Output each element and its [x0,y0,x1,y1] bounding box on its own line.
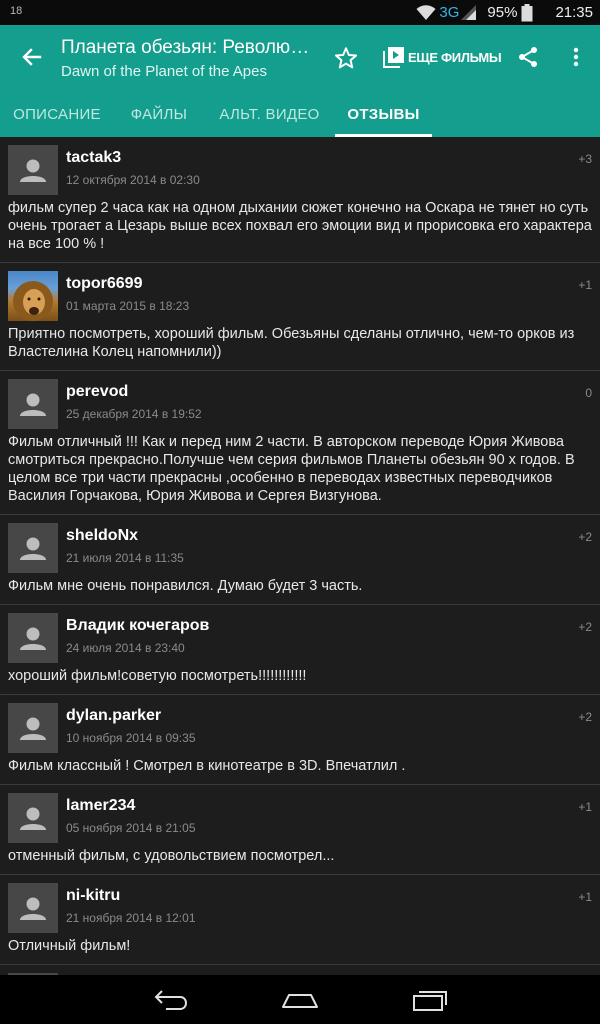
review-author[interactable]: topor6699 [66,275,142,293]
movie-title: Планета обезьян: Революция [61,37,311,58]
nav-home-button[interactable] [280,987,320,1013]
share-icon [519,47,537,67]
review-author[interactable]: ni-kitru [66,887,120,905]
review-text: Отличный фильм! [8,938,131,954]
more-movies-label: ЕЩЕ ФИЛЬМЫ [408,49,502,65]
back-button[interactable] [16,41,48,73]
tab-files[interactable]: ФАЙЛЫ [114,91,204,137]
wifi-icon [416,4,436,20]
default-user-icon [20,393,46,416]
review-text: Фильм классный ! Смотрел в кинотеатре в … [8,758,406,774]
review-rating: +1 [578,890,592,904]
share-button[interactable] [516,45,540,69]
review-rating: +1 [578,800,592,814]
review-rating: +2 [578,620,592,634]
review-list[interactable]: tactak3 12 октября 2014 в 02:30 +3 фильм… [0,137,600,975]
review-item[interactable] [0,965,600,975]
nav-recents-button[interactable] [410,987,450,1013]
avatar[interactable] [8,145,58,195]
more-vert-icon [573,47,579,67]
review-item[interactable]: lamer234 05 ноября 2014 в 21:05 +1 отмен… [0,785,600,875]
signal-icon [461,5,477,20]
avatar[interactable] [8,613,58,663]
back-icon [154,990,187,1010]
network-type: 3G [439,4,460,21]
movie-original-title: Dawn of the Planet of the Apes [61,63,267,80]
default-user-icon [20,159,46,182]
review-rating: +2 [578,710,592,724]
review-text: Приятно посмотреть, хороший фильм. Обезь… [8,326,575,360]
overflow-menu-button[interactable] [568,45,584,69]
review-author[interactable]: sheldoNx [66,527,138,545]
review-rating: +3 [578,152,592,166]
default-user-icon [20,627,46,650]
review-date: 01 марта 2015 в 18:23 [66,299,190,313]
default-user-icon [20,897,46,920]
review-author[interactable]: dylan.parker [66,707,161,725]
review-text: хороший фильм!советую посмотреть!!!!!!!!… [8,668,307,684]
video-library-icon [383,47,404,68]
star-outline-icon [334,47,358,69]
avatar[interactable] [8,271,58,321]
avatar[interactable] [8,703,58,753]
review-item[interactable]: ni-kitru 21 ноября 2014 в 12:01 +1 Отлич… [0,875,600,965]
review-author[interactable]: Владик кочегаров [66,617,209,635]
avatar[interactable] [8,883,58,933]
review-text: фильм супер 2 часа как на одном дыхании … [8,200,592,252]
navigation-bar [0,975,600,1024]
review-date: 05 ноября 2014 в 21:05 [66,821,196,835]
review-date: 12 октября 2014 в 02:30 [66,173,200,187]
favorite-button[interactable] [333,45,359,71]
review-item[interactable]: topor6699 01 марта 2015 в 18:23 +1 Прият… [0,263,600,371]
lion-photo-icon [13,281,53,321]
nav-back-button[interactable] [152,987,192,1013]
review-date: 21 ноября 2014 в 12:01 [66,911,196,925]
default-user-icon [20,807,46,830]
review-date: 24 июля 2014 в 23:40 [66,641,185,655]
more-movies-button[interactable]: ЕЩЕ ФИЛЬМЫ [383,45,502,69]
review-author[interactable]: lamer234 [66,797,135,815]
review-text: отменный фильм, с удовольствием посмотре… [8,848,335,864]
avatar[interactable] [8,523,58,573]
battery-icon [521,3,533,21]
tab-bar: ОПИСАНИЕ ФАЙЛЫ АЛЬТ. ВИДЕО ОТЗЫВЫ [0,91,600,137]
clock: 21:35 [555,4,593,21]
review-item[interactable]: perevod 25 декабря 2014 в 19:52 0 Фильм … [0,371,600,515]
review-author[interactable]: perevod [66,383,128,401]
tab-description[interactable]: ОПИСАНИЕ [0,91,114,137]
review-item[interactable]: tactak3 12 октября 2014 в 02:30 +3 фильм… [0,137,600,263]
notification-count: 18 [10,5,23,17]
default-user-icon [20,537,46,560]
status-icons: 3G 95% 21:35 [416,0,600,25]
status-bar: 18 3G 95% 21:35 [0,0,600,25]
default-user-icon [20,717,46,740]
tab-alt-video[interactable]: АЛЬТ. ВИДЕО [204,91,335,137]
home-icon [282,994,318,1008]
review-rating: 0 [585,386,592,400]
avatar[interactable] [8,793,58,843]
review-item[interactable]: sheldoNx 21 июля 2014 в 11:35 +2 Фильм м… [0,515,600,605]
review-rating: +1 [578,278,592,292]
recents-icon [413,991,447,1011]
review-rating: +2 [578,530,592,544]
app-bar: Планета обезьян: Революция Dawn of the P… [0,25,600,137]
avatar[interactable] [8,379,58,429]
review-date: 10 ноября 2014 в 09:35 [66,731,196,745]
review-text: Фильм мне очень понравился. Думаю будет … [8,578,363,594]
review-author[interactable]: tactak3 [66,149,121,167]
review-date: 25 декабря 2014 в 19:52 [66,407,202,421]
review-item[interactable]: Владик кочегаров 24 июля 2014 в 23:40 +2… [0,605,600,695]
review-text: Фильм отличный !!! Как и перед ним 2 час… [8,434,575,504]
tab-reviews[interactable]: ОТЗЫВЫ [335,91,432,137]
arrow-back-icon [22,48,42,66]
review-date: 21 июля 2014 в 11:35 [66,551,184,565]
review-item[interactable]: dylan.parker 10 ноября 2014 в 09:35 +2 Ф… [0,695,600,785]
battery-level: 95% [487,4,518,21]
